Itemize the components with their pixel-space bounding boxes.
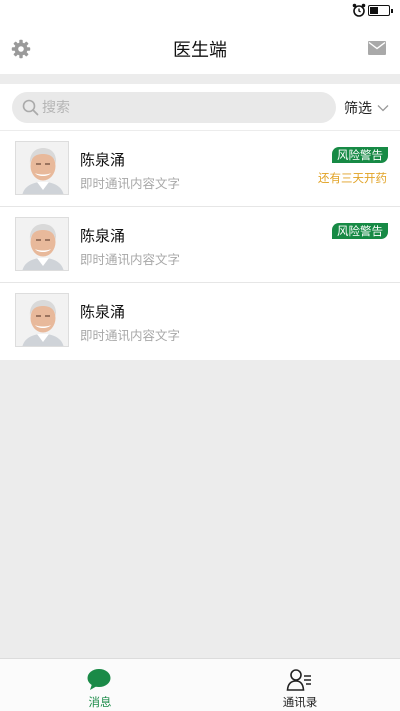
contact-name: 陈泉涌 [80, 303, 126, 321]
avatar [15, 293, 69, 347]
page-title: 医生端 [173, 40, 227, 61]
elderly-man-portrait-icon [16, 142, 68, 194]
conversation-row[interactable]: 陈泉涌 即时通讯内容文字 [0, 283, 400, 360]
message-preview: 即时通讯内容文字 [80, 176, 181, 191]
avatar [15, 141, 69, 195]
message-preview: 即时通讯内容文字 [80, 252, 181, 267]
battery-icon [368, 5, 393, 16]
contacts-icon [286, 669, 311, 691]
mail-icon[interactable] [368, 41, 386, 55]
contact-name: 陈泉涌 [80, 227, 126, 245]
chevron-down-icon [377, 105, 389, 112]
status-bar [0, 0, 400, 22]
filter-button[interactable]: 筛选 [344, 98, 389, 118]
alarm-clock-icon [352, 3, 366, 17]
prescription-reminder: 还有三天开药 [318, 171, 387, 185]
tab-label: 消息 [88, 695, 112, 709]
search-box[interactable] [12, 92, 336, 123]
app-header: 医生端 [0, 22, 400, 74]
contact-name: 陈泉涌 [80, 151, 126, 169]
risk-warning-badge: 风险警告 [332, 223, 388, 239]
tab-label: 通讯录 [282, 695, 318, 709]
conversation-list: 陈泉涌 即时通讯内容文字 风险警告 还有三天开药 陈泉涌 即时通讯内容文字 风险… [0, 131, 400, 360]
search-input[interactable] [42, 92, 322, 123]
tab-contacts[interactable]: 通讯录 [200, 659, 400, 711]
tab-messages[interactable]: 消息 [0, 659, 200, 711]
filter-label: 筛选 [344, 101, 372, 117]
message-preview: 即时通讯内容文字 [80, 328, 181, 343]
elderly-man-portrait-icon [16, 218, 68, 270]
chat-bubble-icon [87, 669, 111, 690]
search-area: 筛选 [0, 84, 400, 130]
conversation-row[interactable]: 陈泉涌 即时通讯内容文字 风险警告 [0, 207, 400, 283]
bottom-tab-bar: 消息 通讯录 [0, 658, 400, 711]
search-icon [22, 99, 39, 116]
risk-warning-badge: 风险警告 [332, 147, 388, 163]
avatar [15, 217, 69, 271]
elderly-man-portrait-icon [16, 294, 68, 346]
conversation-row[interactable]: 陈泉涌 即时通讯内容文字 风险警告 还有三天开药 [0, 131, 400, 207]
